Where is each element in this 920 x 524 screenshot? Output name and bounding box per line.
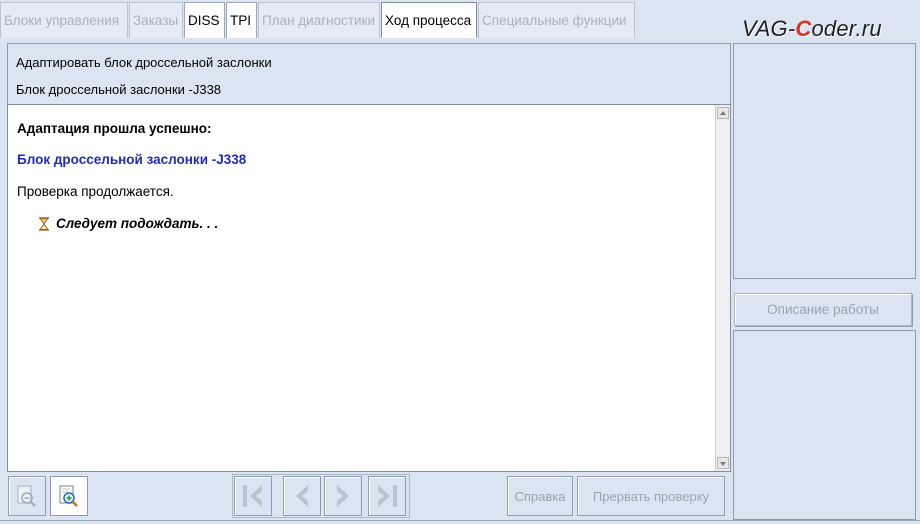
first-icon — [243, 485, 262, 507]
previous-button[interactable] — [283, 476, 321, 516]
result-heading: Адаптация прошла успешно: — [17, 121, 212, 136]
procedure-header: Адаптировать блок дроссельной заслонки Б… — [7, 43, 731, 105]
status-text: Проверка продолжается. — [17, 184, 174, 199]
help-button[interactable]: Справка — [507, 476, 573, 516]
next-icon — [337, 485, 349, 507]
next-button[interactable] — [324, 476, 362, 516]
scroll-up-arrow-icon[interactable] — [717, 107, 729, 119]
logo-prefix: VAG- — [742, 16, 796, 41]
right-lower-panel — [733, 330, 916, 520]
vertical-scrollbar[interactable] — [715, 105, 730, 471]
tab-diagnostic-plan[interactable]: План диагностики — [258, 2, 380, 38]
window-bottom-border — [0, 520, 920, 521]
tab-special-functions[interactable]: Специальные функции — [478, 2, 635, 38]
tab-orders[interactable]: Заказы — [129, 2, 183, 38]
logo-highlight: C — [795, 16, 812, 41]
last-icon — [378, 485, 397, 507]
first-button[interactable] — [234, 476, 272, 516]
zoom-in-button[interactable] — [50, 476, 88, 516]
zoom-out-icon — [17, 485, 36, 507]
watermark-logo: VAG-Coder.ru — [742, 16, 882, 42]
procedure-title: Адаптировать блок дроссельной заслонки — [16, 55, 272, 70]
abort-test-button[interactable]: Прервать проверку — [577, 476, 725, 516]
prev-icon — [296, 485, 308, 507]
tab-tpi[interactable]: TPI — [226, 2, 257, 38]
tab-strip: Блоки управления Заказы DISS TPI План ди… — [0, 2, 640, 38]
hourglass-icon — [39, 216, 49, 231]
zoom-out-button[interactable] — [8, 476, 46, 516]
work-description-button[interactable]: Описание работы — [734, 293, 912, 326]
logo-suffix: oder.ru — [811, 16, 882, 41]
tab-bar: Блоки управления Заказы DISS TPI План ди… — [0, 0, 920, 41]
wait-text: Следует подождать. . . — [56, 216, 219, 231]
result-unit: Блок дроссельной заслонки -J338 — [17, 152, 247, 167]
wait-message: Следует подождать. . . — [38, 216, 218, 231]
procedure-unit: Блок дроссельной заслонки -J338 — [16, 82, 222, 97]
process-output-pane[interactable]: Адаптация прошла успешно: Блок дроссельн… — [7, 104, 731, 472]
tab-process-progress[interactable]: Ход процесса — [381, 2, 477, 38]
tab-control-units[interactable]: Блоки управления — [0, 2, 128, 38]
tab-diss[interactable]: DISS — [184, 2, 225, 38]
zoom-in-icon — [59, 485, 78, 507]
last-button[interactable] — [368, 476, 406, 516]
scroll-down-arrow-icon[interactable] — [717, 457, 729, 469]
right-info-panel — [733, 43, 916, 279]
